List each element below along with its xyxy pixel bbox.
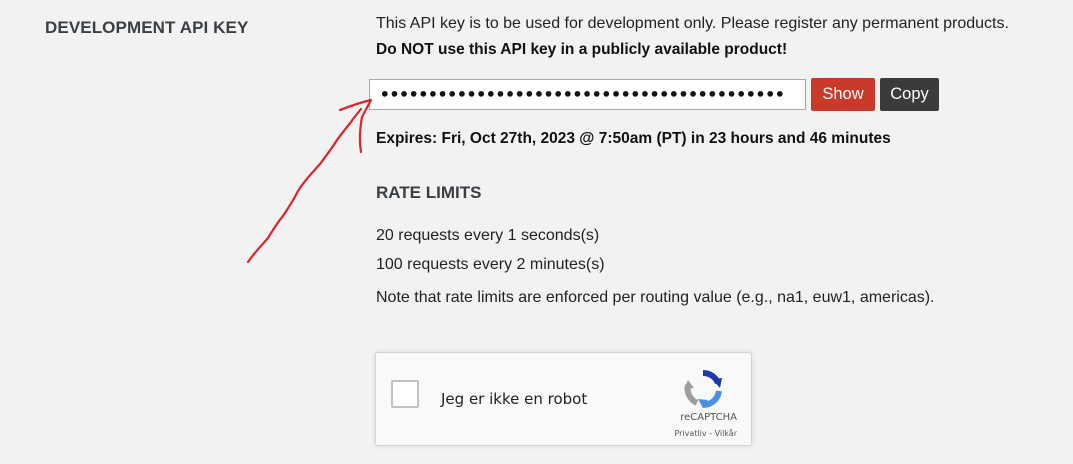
rate-limits-heading: RATE LIMITS <box>376 183 482 202</box>
privacy-link[interactable]: Privatliv <box>674 429 706 438</box>
recaptcha-links: Privatliv - Vilkår <box>674 429 737 438</box>
rate-limits-list: 20 requests every 1 seconds(s) 100 reque… <box>376 221 605 279</box>
hand-drawn-arrow-icon <box>246 98 373 264</box>
api-key-warning: Do NOT use this API key in a publicly av… <box>376 41 788 58</box>
recaptcha-icon <box>684 369 722 409</box>
api-key-field[interactable] <box>369 79 806 110</box>
recaptcha-widget: Jeg er ikke en robot reCAPTCHA Privatliv… <box>375 352 752 446</box>
recaptcha-label: Jeg er ikke en robot <box>441 390 588 408</box>
expiration-text: Expires: Fri, Oct 27th, 2023 @ 7:50am (P… <box>376 130 891 147</box>
recaptcha-checkbox[interactable] <box>391 380 419 408</box>
show-key-button[interactable]: Show <box>811 78 875 111</box>
rate-limit-item: 20 requests every 1 seconds(s) <box>376 227 600 244</box>
copy-key-button[interactable]: Copy <box>880 78 939 111</box>
rate-limits-note: Note that rate limits are enforced per r… <box>376 289 935 306</box>
section-label-development-api-key: DEVELOPMENT API KEY <box>45 18 249 37</box>
api-key-usage-notice: This API key is to be used for developme… <box>376 15 1009 32</box>
terms-link[interactable]: Vilkår <box>715 429 737 438</box>
rate-limit-item: 100 requests every 2 minutes(s) <box>376 256 605 273</box>
recaptcha-brand: reCAPTCHA <box>680 412 737 423</box>
link-separator: - <box>706 429 715 438</box>
